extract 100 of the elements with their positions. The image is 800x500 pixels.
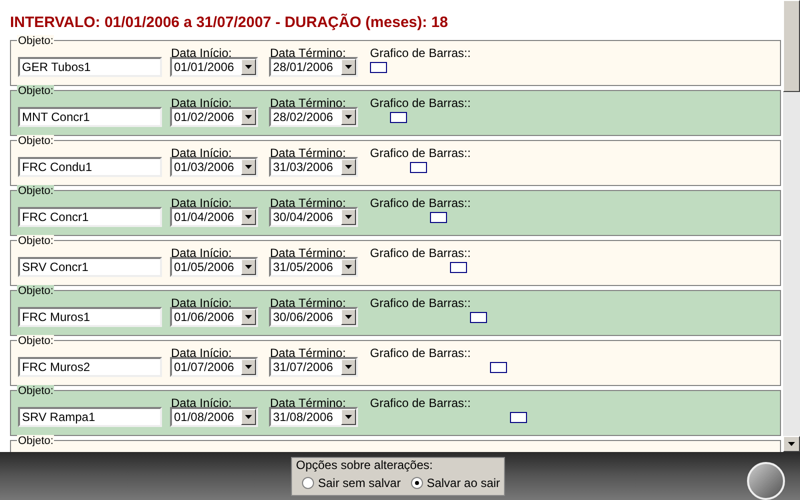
text-input[interactable]: FRC Muros2 [18,357,162,377]
date-dropdown[interactable]: 28/02/2006 [269,107,358,127]
dropdown-button[interactable] [241,259,256,275]
field-label: Data Início: [171,346,232,360]
field-label: Data Início: [171,196,232,210]
down-arrow-icon [345,265,352,269]
dropdown-button[interactable] [341,309,356,325]
group-title: Opções sobre alterações: [296,458,434,472]
dropdown-button[interactable] [341,209,356,225]
field-label: Data Término: [270,96,346,110]
bar [450,262,467,273]
down-arrow-icon [345,365,352,369]
text-input[interactable]: SRV Rampa1 [18,407,162,427]
down-arrow-icon [345,65,352,69]
field-label: Data Término: [270,296,346,310]
down-arrow-icon [345,165,352,169]
field-label: Data Início: [171,46,232,60]
dropdown-button[interactable] [241,59,256,75]
down-arrow-icon [345,215,352,219]
dropdown-button[interactable] [341,359,356,375]
bar [410,162,427,173]
field-label: Objeto: [17,35,54,47]
field-label: Data Término: [270,46,346,60]
radio-button[interactable] [302,477,314,489]
date-dropdown[interactable]: 31/03/2006 [269,157,358,177]
down-arrow-icon [245,415,252,419]
dropdown-button[interactable] [241,209,256,225]
date-dropdown[interactable]: 28/01/2006 [269,57,358,77]
date-dropdown[interactable]: 31/08/2006 [269,407,358,427]
field-label: Grafico de Barras:: [370,346,471,360]
dropdown-button[interactable] [241,309,256,325]
field-label: Data Término: [270,146,346,160]
field-label: Grafico de Barras:: [370,96,471,110]
field-label: Data Término: [270,346,346,360]
down-arrow-icon [788,442,795,446]
bar [370,62,387,73]
dropdown-button[interactable] [341,159,356,175]
text-input[interactable]: FRC Muros1 [18,307,162,327]
field-label: Grafico de Barras:: [370,396,471,410]
date-dropdown[interactable]: 01/07/2006 [170,357,258,377]
date-dropdown[interactable]: 01/05/2006 [170,257,258,277]
scroll-thumb[interactable] [783,0,800,92]
dropdown-button[interactable] [341,59,356,75]
date-dropdown[interactable]: 01/02/2006 [170,107,258,127]
dropdown-button[interactable] [341,259,356,275]
date-dropdown[interactable]: 01/04/2006 [170,207,258,227]
field-label: Objeto: [17,435,54,447]
radio-button[interactable] [410,477,423,489]
dropdown-button[interactable] [241,159,256,175]
down-arrow-icon [245,265,252,269]
date-dropdown[interactable]: 30/06/2006 [269,307,358,327]
bar [490,362,507,373]
date-dropdown[interactable]: 01/01/2006 [170,57,258,77]
scroll-down-button[interactable] [783,436,800,452]
date-dropdown[interactable]: 31/07/2006 [269,357,358,377]
dropdown-button[interactable] [341,409,356,425]
text-input[interactable]: FRC Condu1 [18,157,162,177]
date-dropdown[interactable]: 01/06/2006 [170,307,258,327]
date-dropdown[interactable]: 01/03/2006 [170,157,258,177]
field-label: Objeto: [17,135,54,147]
text-input[interactable]: MNT Concr1 [18,107,162,127]
field-label: Data Término: [270,396,346,410]
dropdown-button[interactable] [241,409,256,425]
date-dropdown[interactable]: 30/04/2006 [269,207,358,227]
radio-label[interactable]: Sair sem salvar [318,474,401,492]
radio-label[interactable]: Salvar ao sair [426,474,500,492]
dropdown-button[interactable] [341,109,356,125]
field-label: Objeto: [17,185,54,197]
down-arrow-icon [245,165,252,169]
down-arrow-icon [245,315,252,319]
field-label: Data Início: [171,96,232,110]
down-arrow-icon [345,115,352,119]
field-label: Data Início: [171,246,232,260]
bar [390,112,407,123]
field-label: Objeto: [17,385,54,397]
field-label: Grafico de Barras:: [370,46,471,60]
text-input[interactable]: GER Tubos1 [18,57,162,77]
round-button[interactable] [747,462,785,500]
field-label: Objeto: [17,335,54,347]
bar [470,312,487,323]
down-arrow-icon [245,215,252,219]
field-label: Grafico de Barras:: [370,246,471,260]
field-label: Data Término: [270,246,346,260]
text-input[interactable]: FRC Concr1 [18,207,162,227]
scrollbar[interactable] [783,0,800,452]
field-label: Grafico de Barras:: [370,296,471,310]
down-arrow-icon [345,415,352,419]
text-input[interactable]: SRV Concr1 [18,257,162,277]
date-dropdown[interactable]: 31/05/2006 [269,257,358,277]
down-arrow-icon [245,65,252,69]
field-label: Grafico de Barras:: [370,196,471,210]
date-dropdown[interactable]: 01/08/2006 [170,407,258,427]
down-arrow-icon [345,315,352,319]
dropdown-button[interactable] [241,109,256,125]
down-arrow-icon [245,115,252,119]
field-label: Data Início: [171,396,232,410]
bar [430,212,447,223]
field-label: Data Início: [171,146,232,160]
dropdown-button[interactable] [241,359,256,375]
field-label: Objeto: [17,85,54,97]
